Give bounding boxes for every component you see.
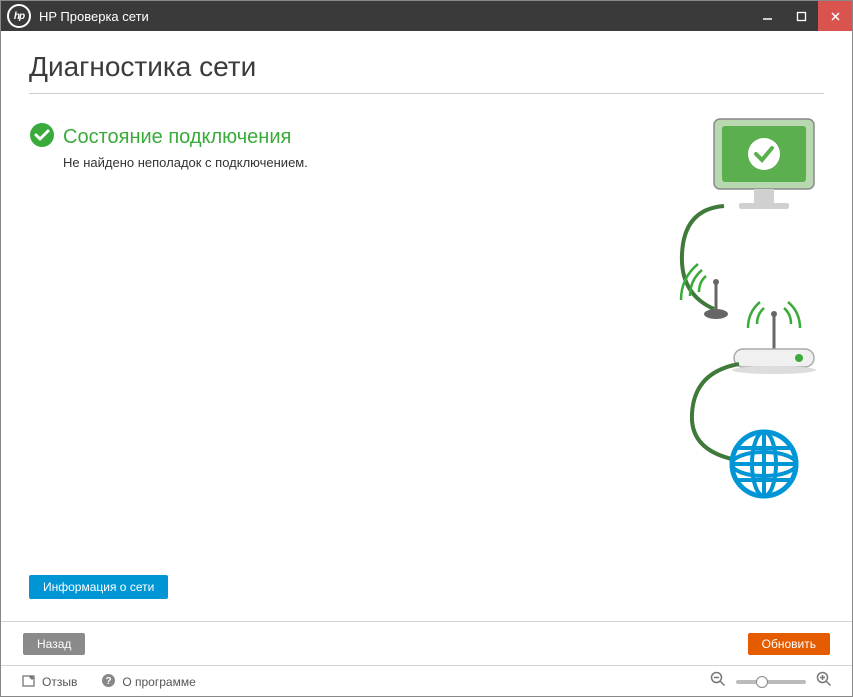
checkmark-icon — [29, 122, 55, 153]
help-icon: ? — [101, 673, 116, 691]
close-button[interactable] — [818, 1, 852, 31]
feedback-label: Отзыв — [42, 675, 77, 689]
feedback-icon — [21, 673, 36, 691]
svg-text:?: ? — [106, 676, 112, 687]
main-content: Диагностика сети Состояние подключения Н… — [1, 31, 852, 621]
page-title: Диагностика сети — [29, 51, 824, 94]
about-label: О программе — [122, 675, 195, 689]
zoom-slider-thumb[interactable] — [756, 676, 768, 688]
action-bar: Назад Обновить — [1, 621, 852, 665]
refresh-button[interactable]: Обновить — [748, 633, 830, 655]
zoom-out-button[interactable] — [710, 671, 726, 692]
network-diagram — [644, 114, 824, 519]
network-info-button[interactable]: Информация о сети — [29, 575, 168, 599]
hp-logo-icon: hp — [7, 4, 31, 28]
footer-bar: Отзыв ? О программе — [1, 665, 852, 697]
maximize-button[interactable] — [784, 1, 818, 31]
app-title: HP Проверка сети — [39, 9, 149, 24]
back-button[interactable]: Назад — [23, 633, 85, 655]
minimize-button[interactable] — [750, 1, 784, 31]
feedback-link[interactable]: Отзыв — [21, 673, 77, 691]
status-message: Не найдено неполадок с подключением. — [63, 155, 644, 170]
about-link[interactable]: ? О программе — [101, 673, 195, 691]
titlebar: hp HP Проверка сети — [1, 1, 852, 31]
zoom-slider[interactable] — [736, 680, 806, 684]
status-heading: Состояние подключения — [63, 126, 291, 149]
zoom-in-button[interactable] — [816, 671, 832, 692]
